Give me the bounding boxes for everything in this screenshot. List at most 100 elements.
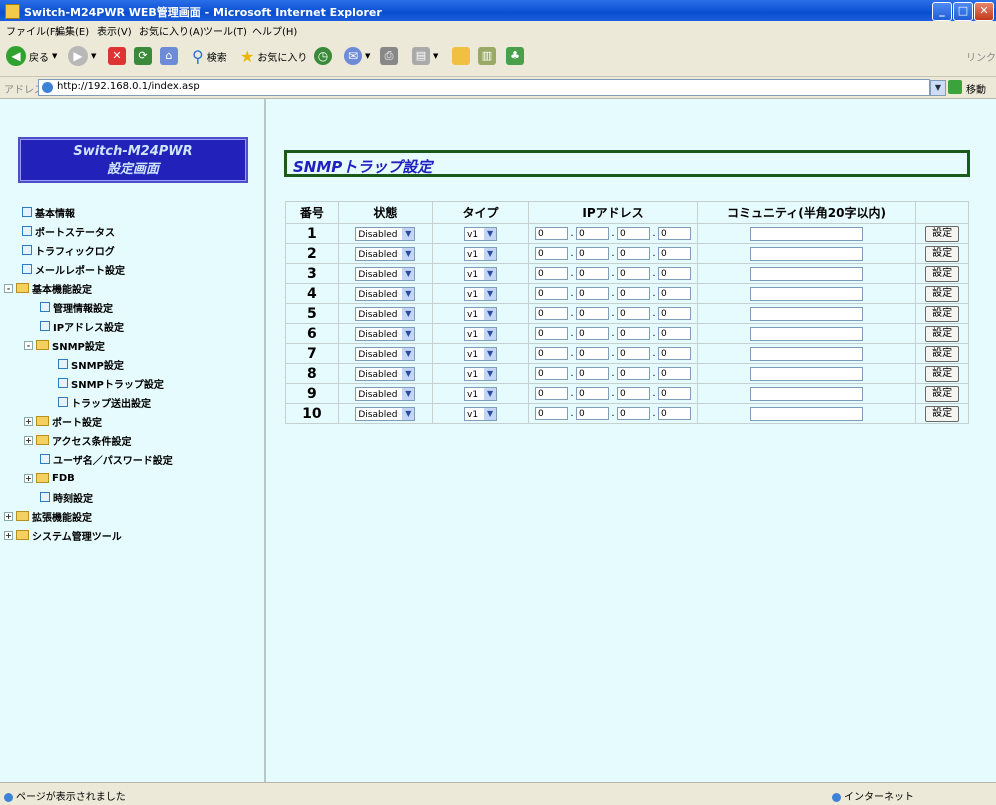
nav-basic-function[interactable]: - 基本機能設定 — [4, 279, 92, 297]
menu-edit[interactable]: 編集(E) — [55, 23, 89, 38]
nav-snmp-settings[interactable]: SNMP設定 — [58, 355, 124, 373]
close-button[interactable]: ✕ — [974, 2, 994, 21]
ip-octet-3-field[interactable]: 0 — [616, 227, 650, 241]
ip-octet-2-field[interactable]: 0 — [575, 367, 609, 381]
ip-octet-3-field[interactable]: 0 — [616, 307, 650, 321]
expand-icon[interactable]: + — [4, 511, 13, 521]
type-select[interactable]: v1 ▼ — [464, 326, 498, 341]
type-select[interactable]: v1 ▼ — [464, 406, 498, 421]
status-select[interactable]: Disabled ▼ — [355, 246, 416, 261]
set-button[interactable]: 設定 — [925, 265, 960, 282]
messenger-button[interactable]: ♣ — [506, 44, 524, 68]
nav-fdb[interactable]: + FDB — [24, 469, 75, 487]
status-select[interactable]: Disabled ▼ — [355, 326, 416, 341]
folder-button[interactable] — [452, 44, 470, 68]
mail-button[interactable]: ✉ ▼ — [344, 44, 370, 68]
expand-icon[interactable]: + — [24, 435, 33, 445]
ip-octet-1-field[interactable]: 0 — [534, 227, 568, 241]
address-input[interactable]: http://192.168.0.1/index.asp — [38, 79, 930, 96]
ip-octet-4-field[interactable]: 0 — [657, 347, 691, 361]
nav-ip-address[interactable]: IPアドレス設定 — [40, 317, 124, 335]
menu-help[interactable]: ヘルプ(H) — [252, 23, 297, 38]
ip-octet-4-field[interactable]: 0 — [657, 367, 691, 381]
back-button[interactable]: ◀ 戻る ▼ — [6, 44, 57, 68]
ip-octet-4-field[interactable]: 0 — [657, 327, 691, 341]
ip-octet-4-field[interactable]: 0 — [657, 267, 691, 281]
status-select[interactable]: Disabled ▼ — [355, 286, 416, 301]
expand-icon[interactable]: + — [4, 530, 13, 540]
nav-basic-info[interactable]: 基本情報 — [22, 203, 75, 221]
type-select[interactable]: v1 ▼ — [464, 346, 498, 361]
set-button[interactable]: 設定 — [925, 225, 960, 242]
minimize-button[interactable]: _ — [932, 2, 952, 21]
ip-octet-3-field[interactable]: 0 — [616, 327, 650, 341]
community-field[interactable] — [750, 286, 863, 301]
expand-icon[interactable]: + — [24, 416, 33, 426]
set-button[interactable]: 設定 — [925, 325, 960, 342]
type-select[interactable]: v1 ▼ — [464, 286, 498, 301]
ip-octet-1-field[interactable]: 0 — [534, 287, 568, 301]
community-field[interactable] — [750, 326, 863, 341]
expand-icon[interactable]: + — [24, 473, 33, 483]
go-label[interactable]: 移動 — [966, 81, 986, 96]
ip-octet-1-field[interactable]: 0 — [534, 407, 568, 421]
links-button[interactable]: リンク — [966, 44, 996, 68]
nav-management-info[interactable]: 管理情報設定 — [40, 298, 113, 316]
set-button[interactable]: 設定 — [925, 285, 960, 302]
forward-button[interactable]: ▶ ▼ — [68, 44, 96, 68]
ip-octet-1-field[interactable]: 0 — [534, 387, 568, 401]
ip-octet-1-field[interactable]: 0 — [534, 327, 568, 341]
ip-octet-4-field[interactable]: 0 — [657, 387, 691, 401]
community-field[interactable] — [750, 246, 863, 261]
favorites-button[interactable]: ★ お気に入り — [240, 44, 307, 68]
ip-octet-1-field[interactable]: 0 — [534, 267, 568, 281]
ip-octet-4-field[interactable]: 0 — [657, 227, 691, 241]
ip-octet-2-field[interactable]: 0 — [575, 387, 609, 401]
ip-octet-2-field[interactable]: 0 — [575, 347, 609, 361]
nav-time-settings[interactable]: 時刻設定 — [40, 488, 93, 506]
nav-system-tools[interactable]: + システム管理ツール — [4, 526, 122, 544]
type-select[interactable]: v1 ▼ — [464, 266, 498, 281]
status-select[interactable]: Disabled ▼ — [355, 346, 416, 361]
nav-extended-function[interactable]: + 拡張機能設定 — [4, 507, 92, 525]
community-field[interactable] — [750, 226, 863, 241]
status-select[interactable]: Disabled ▼ — [355, 366, 416, 381]
ip-octet-1-field[interactable]: 0 — [534, 367, 568, 381]
community-field[interactable] — [750, 306, 863, 321]
status-select[interactable]: Disabled ▼ — [355, 386, 416, 401]
ip-octet-2-field[interactable]: 0 — [575, 267, 609, 281]
home-button[interactable]: ⌂ — [160, 44, 178, 68]
menu-file[interactable]: ファイル(F) — [6, 23, 60, 38]
type-select[interactable]: v1 ▼ — [464, 366, 498, 381]
ip-octet-3-field[interactable]: 0 — [616, 287, 650, 301]
print-button[interactable]: ⎙ — [380, 44, 398, 68]
maximize-button[interactable]: □ — [953, 2, 973, 21]
window-title-bar[interactable]: Switch-M24PWR WEB管理画面 - Microsoft Intern… — [0, 0, 996, 21]
nav-port-status[interactable]: ポートステータス — [22, 222, 115, 240]
status-select[interactable]: Disabled ▼ — [355, 226, 416, 241]
nav-access-condition[interactable]: + アクセス条件設定 — [24, 431, 132, 449]
search-button[interactable]: ⚲ 検索 — [192, 44, 227, 68]
status-select[interactable]: Disabled ▼ — [355, 306, 416, 321]
nav-traffic-log[interactable]: トラフィックログ — [22, 241, 115, 259]
type-select[interactable]: v1 ▼ — [464, 386, 498, 401]
type-select[interactable]: v1 ▼ — [464, 226, 498, 241]
research-button[interactable]: ▥ — [478, 44, 496, 68]
ip-octet-4-field[interactable]: 0 — [657, 287, 691, 301]
ip-octet-3-field[interactable]: 0 — [616, 347, 650, 361]
menu-view[interactable]: 表示(V) — [97, 23, 132, 38]
stop-button[interactable]: ✕ — [108, 44, 126, 68]
ip-octet-2-field[interactable]: 0 — [575, 327, 609, 341]
ip-octet-4-field[interactable]: 0 — [657, 307, 691, 321]
set-button[interactable]: 設定 — [925, 405, 960, 422]
set-button[interactable]: 設定 — [925, 345, 960, 362]
ip-octet-2-field[interactable]: 0 — [575, 247, 609, 261]
set-button[interactable]: 設定 — [925, 365, 960, 382]
ip-octet-2-field[interactable]: 0 — [575, 287, 609, 301]
ip-octet-3-field[interactable]: 0 — [616, 367, 650, 381]
ip-octet-2-field[interactable]: 0 — [575, 227, 609, 241]
nav-port-settings[interactable]: + ポート設定 — [24, 412, 102, 430]
type-select[interactable]: v1 ▼ — [464, 246, 498, 261]
set-button[interactable]: 設定 — [925, 385, 960, 402]
status-select[interactable]: Disabled ▼ — [355, 406, 416, 421]
